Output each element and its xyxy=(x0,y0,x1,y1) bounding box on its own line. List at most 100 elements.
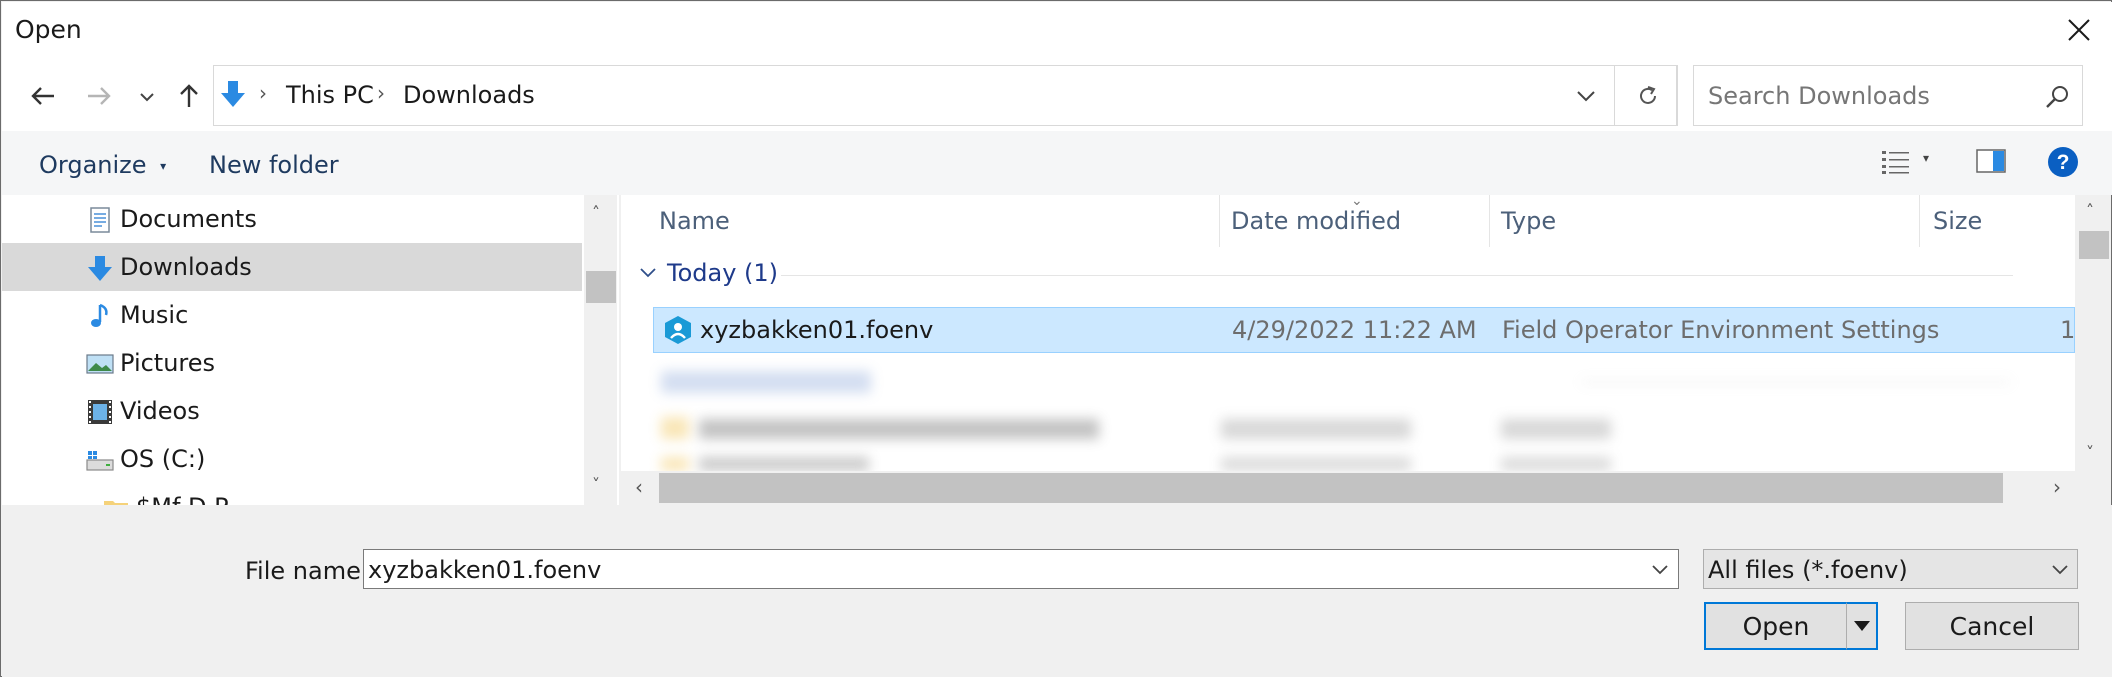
downloads-location-icon xyxy=(220,79,246,109)
scroll-down-icon[interactable]: ˅ xyxy=(2086,443,2094,462)
column-divider[interactable] xyxy=(1489,195,1490,247)
file-name-label: File name: xyxy=(245,557,369,585)
sidebar-item-label: Videos xyxy=(120,397,200,425)
sidebar-item-label: Pictures xyxy=(120,349,216,377)
column-header-size[interactable]: Size xyxy=(1933,195,2053,247)
scroll-up-icon[interactable]: ˄ xyxy=(2086,201,2094,220)
refresh-icon xyxy=(1639,85,1656,104)
column-divider[interactable] xyxy=(1219,195,1220,247)
sidebar-item-label: Documents xyxy=(120,205,257,233)
blurred-group-divider xyxy=(1581,381,2011,383)
caret-down-icon xyxy=(1853,621,1870,631)
blurred-row-text xyxy=(1501,419,1611,439)
view-options-button[interactable] xyxy=(1881,149,1911,177)
file-list-horizontal-scrollbar[interactable]: ‹ › xyxy=(621,471,2077,505)
drive-icon xyxy=(86,451,114,471)
sidebar-item-music[interactable]: Music xyxy=(2,291,582,339)
scroll-left-icon[interactable]: ‹ xyxy=(635,475,643,499)
up-button[interactable] xyxy=(171,79,207,113)
scrollbar-thumb[interactable] xyxy=(659,473,2003,503)
sidebar-item-folder[interactable]: $Mf D P xyxy=(2,483,582,505)
search-icon[interactable] xyxy=(2044,84,2070,110)
column-label: Type xyxy=(1501,207,1557,235)
chevron-down-icon xyxy=(1577,91,1595,102)
downloads-icon xyxy=(88,256,112,281)
scroll-up-icon[interactable]: ˄ xyxy=(592,203,600,222)
navigation-pane-scrollbar[interactable]: ˄ ˅ xyxy=(584,195,617,505)
blurred-folder-icon xyxy=(661,457,689,471)
close-button[interactable] xyxy=(2053,7,2105,53)
sidebar-item-label: Music xyxy=(120,301,189,329)
file-list: ⌄ Name Date modified Type Size Today (1) xyxy=(621,195,2075,505)
address-divider xyxy=(1614,65,1615,126)
blurred-folder-icon xyxy=(661,417,689,439)
file-size-cell: 1 KB xyxy=(2060,316,2075,344)
column-header-type[interactable]: Type xyxy=(1501,195,1921,247)
sidebar-item-videos[interactable]: Videos xyxy=(2,387,582,435)
bottom-panel xyxy=(2,505,2112,677)
open-dialog: Open › This PC › Downloads Search Downlo… xyxy=(0,0,2112,677)
organize-label: Organize xyxy=(39,151,147,179)
search-box[interactable]: Search Downloads xyxy=(1693,65,2083,126)
help-icon: ? xyxy=(2048,147,2078,177)
view-dropdown-caret-icon[interactable]: ▾ xyxy=(1923,151,1929,165)
cancel-button[interactable]: Cancel xyxy=(1905,602,2079,650)
chevron-down-icon xyxy=(2052,565,2068,575)
group-collapse-icon[interactable] xyxy=(639,265,659,285)
dropdown-caret-icon: ▾ xyxy=(160,159,167,173)
scrollbar-thumb[interactable] xyxy=(2079,231,2109,259)
chevron-down-icon[interactable] xyxy=(1652,564,1668,575)
breadcrumb-this-pc[interactable]: This PC xyxy=(286,81,374,109)
arrow-right-icon xyxy=(88,87,111,105)
recent-locations-button[interactable] xyxy=(135,83,159,111)
open-options-button[interactable] xyxy=(1846,602,1878,650)
arrow-left-icon xyxy=(31,87,54,105)
column-header-date-modified[interactable]: Date modified xyxy=(1231,195,1491,247)
back-button[interactable] xyxy=(21,79,65,113)
documents-icon xyxy=(90,207,110,233)
file-type-select[interactable]: All files (*.foenv) xyxy=(1703,549,2078,589)
table-row[interactable]: xyzbakken01.foenv 4/29/2022 11:22 AM Fie… xyxy=(653,307,2075,353)
navigation-pane: Documents Downloads Music Pictures Video… xyxy=(2,195,619,505)
sidebar-item-pictures[interactable]: Pictures xyxy=(2,339,582,387)
column-label: Name xyxy=(659,207,730,235)
scroll-right-icon[interactable]: › xyxy=(2053,475,2061,499)
sidebar-item-label: OS (C:) xyxy=(120,445,206,473)
column-header-name[interactable]: Name xyxy=(659,195,1119,247)
file-name-combobox[interactable]: xyzbakken01.foenv xyxy=(363,549,1679,589)
settings-file-icon xyxy=(665,316,691,344)
address-dropdown-button[interactable] xyxy=(1569,79,1603,113)
arrow-up-icon xyxy=(180,84,198,107)
title-bar xyxy=(2,2,2112,59)
breadcrumb-separator: › xyxy=(259,81,267,105)
breadcrumb-downloads[interactable]: Downloads xyxy=(403,81,535,109)
refresh-button[interactable] xyxy=(1619,65,1677,126)
file-list-vertical-scrollbar[interactable]: ˄ ˅ xyxy=(2077,195,2111,505)
forward-button[interactable] xyxy=(77,79,121,113)
blurred-row-text xyxy=(699,457,869,471)
column-label: Size xyxy=(1933,207,1983,235)
file-date-cell: 4/29/2022 11:22 AM xyxy=(1232,316,1477,344)
blurred-row-text xyxy=(1221,419,1411,439)
scroll-down-icon[interactable]: ˅ xyxy=(592,475,600,494)
folder-icon xyxy=(104,501,128,505)
group-header-today[interactable]: Today (1) xyxy=(667,259,778,287)
file-type-value: All files (*.foenv) xyxy=(1708,556,1908,584)
file-type-cell: Field Operator Environment Settings xyxy=(1502,316,1940,344)
sidebar-item-os-c[interactable]: OS (C:) xyxy=(2,435,582,483)
new-folder-button[interactable]: New folder xyxy=(209,151,339,179)
preview-pane-icon xyxy=(1976,149,2006,173)
sidebar-item-documents[interactable]: Documents xyxy=(2,195,582,243)
column-divider[interactable] xyxy=(1919,195,1920,247)
file-name-input[interactable]: xyzbakken01.foenv xyxy=(368,556,601,584)
organize-button[interactable]: Organize ▾ xyxy=(39,151,166,179)
music-icon xyxy=(91,303,108,327)
help-button[interactable]: ? xyxy=(2047,146,2079,178)
sidebar-item-downloads[interactable]: Downloads xyxy=(2,243,582,291)
blurred-row-text xyxy=(699,419,1099,439)
svg-text:?: ? xyxy=(2057,151,2070,174)
breadcrumb-separator: › xyxy=(377,81,385,105)
sidebar-item-label: Downloads xyxy=(120,253,252,281)
preview-pane-button[interactable] xyxy=(1976,149,2008,175)
scrollbar-thumb[interactable] xyxy=(586,271,616,303)
